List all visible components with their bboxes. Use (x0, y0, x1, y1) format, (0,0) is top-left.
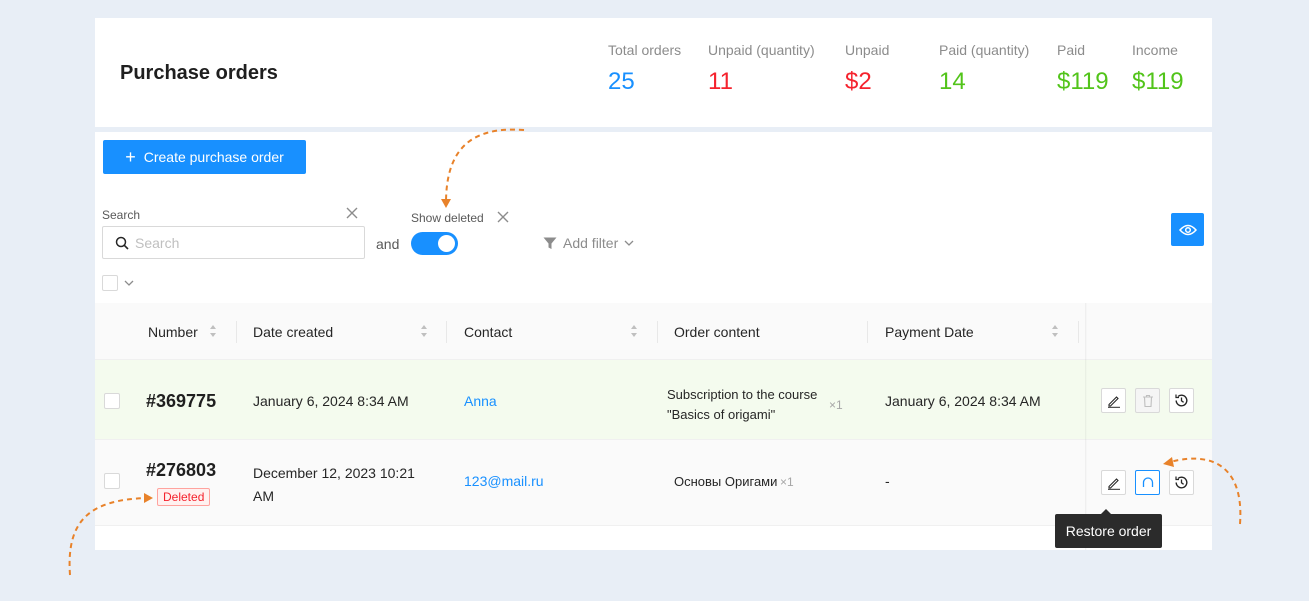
page-title: Purchase orders (120, 62, 278, 84)
search-input[interactable] (135, 234, 335, 251)
column-divider (867, 321, 868, 343)
delete-order-button[interactable] (1135, 388, 1160, 413)
column-title: Order content (674, 323, 760, 340)
stat-label: Unpaid (845, 42, 890, 58)
orders-panel: + Create purchase order Search and Show … (95, 132, 1212, 550)
column-title: Date created (253, 323, 334, 340)
order-content: Subscription to the course "Basics of or… (667, 387, 818, 422)
toggle-knob (438, 235, 455, 252)
select-all-control[interactable] (102, 275, 134, 291)
payment-date: - (885, 473, 890, 489)
stat-income: Income $119 (1132, 42, 1184, 96)
show-deleted-label: Show deleted (411, 211, 484, 225)
column-header-date-created[interactable]: Date created (253, 303, 333, 360)
pencil-icon (1107, 395, 1120, 408)
summary-header: Purchase orders Total orders 25 Unpaid (… (95, 18, 1212, 127)
deleted-badge: Deleted (157, 488, 211, 506)
order-quantity: ×1 (829, 398, 843, 412)
order-number[interactable]: #276803 (146, 460, 216, 481)
search-icon (115, 236, 129, 250)
row-checkbox[interactable] (104, 393, 120, 409)
create-button-label: Create purchase order (143, 149, 284, 165)
stat-total-orders: Total orders 25 (608, 42, 681, 96)
stat-value: $119 (1132, 68, 1184, 95)
create-purchase-order-button[interactable]: + Create purchase order (103, 140, 306, 174)
stat-value: 14 (939, 68, 966, 95)
table-header: Number Date created Contact Order conten… (95, 303, 1212, 360)
date-created: January 6, 2024 8:34 AM (253, 393, 409, 409)
column-divider (236, 321, 237, 343)
edit-order-button[interactable] (1101, 388, 1126, 413)
pencil-icon (1107, 477, 1120, 490)
row-checkbox[interactable] (104, 473, 120, 489)
table-row[interactable]: #369775 January 6, 2024 8:34 AM Anna Sub… (95, 360, 1212, 440)
stat-value: 25 (608, 68, 635, 95)
stat-label: Paid (1057, 42, 1086, 58)
chevron-down-icon[interactable] (124, 280, 134, 286)
stat-label: Unpaid (quantity) (708, 42, 815, 58)
select-all-checkbox[interactable] (102, 275, 118, 291)
stat-label: Total orders (608, 42, 682, 58)
stat-value: 11 (708, 68, 733, 95)
sort-icon[interactable] (420, 324, 428, 338)
history-icon (1175, 394, 1188, 407)
and-label: and (376, 236, 400, 252)
close-icon[interactable] (345, 206, 359, 220)
search-field[interactable] (102, 226, 365, 259)
edit-order-button[interactable] (1101, 470, 1126, 495)
deleted-badge-wrap: Deleted (157, 488, 211, 506)
order-quantity: ×1 (780, 475, 794, 489)
column-divider (446, 321, 447, 343)
date-created: December 12, 2023 10:21 AM (253, 465, 415, 504)
column-header-order-content: Order content (674, 303, 760, 360)
history-button[interactable] (1169, 388, 1194, 413)
column-title: Payment Date (885, 323, 974, 340)
restore-order-tooltip: Restore order (1055, 509, 1162, 548)
stat-value: $119 (1057, 68, 1109, 95)
fixed-column-shadow (1085, 303, 1087, 550)
column-visibility-button[interactable] (1171, 213, 1204, 246)
contact-link[interactable]: 123@mail.ru (464, 473, 544, 489)
order-content: Основы Оригами (674, 474, 778, 489)
sort-icon[interactable] (1051, 324, 1059, 338)
search-label: Search (102, 208, 141, 222)
sort-icon[interactable] (209, 324, 217, 338)
eye-icon (1178, 224, 1197, 235)
column-header-number[interactable]: Number (148, 303, 198, 360)
restore-icon (1142, 476, 1153, 487)
order-number[interactable]: #369775 (146, 391, 216, 412)
column-title: Contact (464, 323, 513, 340)
history-button[interactable] (1169, 470, 1194, 495)
stat-value: $2 (845, 68, 872, 95)
show-deleted-toggle[interactable] (411, 232, 458, 255)
stat-unpaid-quantity: Unpaid (quantity) 11 (708, 42, 815, 96)
column-divider (1078, 321, 1079, 343)
column-divider (657, 321, 658, 343)
stat-label: Paid (quantity) (939, 42, 1030, 58)
restore-order-button[interactable] (1135, 470, 1160, 495)
filter-icon (543, 237, 557, 249)
history-icon (1175, 476, 1188, 489)
trash-icon (1142, 394, 1153, 407)
close-icon[interactable] (497, 211, 509, 223)
chevron-down-icon (624, 240, 634, 246)
stat-label: Income (1132, 42, 1178, 58)
stat-unpaid: Unpaid $2 (845, 42, 889, 96)
add-filter-label: Add filter (563, 235, 619, 251)
contact-link[interactable]: Anna (464, 393, 497, 409)
add-filter-button[interactable]: Add filter (543, 235, 634, 251)
payment-date: January 6, 2024 8:34 AM (885, 393, 1041, 409)
stat-paid-quantity: Paid (quantity) 14 (939, 42, 1029, 96)
sort-icon[interactable] (630, 324, 638, 338)
stat-paid: Paid $119 (1057, 42, 1109, 96)
plus-icon: + (125, 147, 136, 167)
column-title: Number (148, 323, 198, 340)
column-header-payment-date[interactable]: Payment Date (885, 303, 974, 360)
table-row[interactable]: #276803 Deleted December 12, 2023 10:21 … (95, 440, 1212, 526)
column-header-contact[interactable]: Contact (464, 303, 512, 360)
